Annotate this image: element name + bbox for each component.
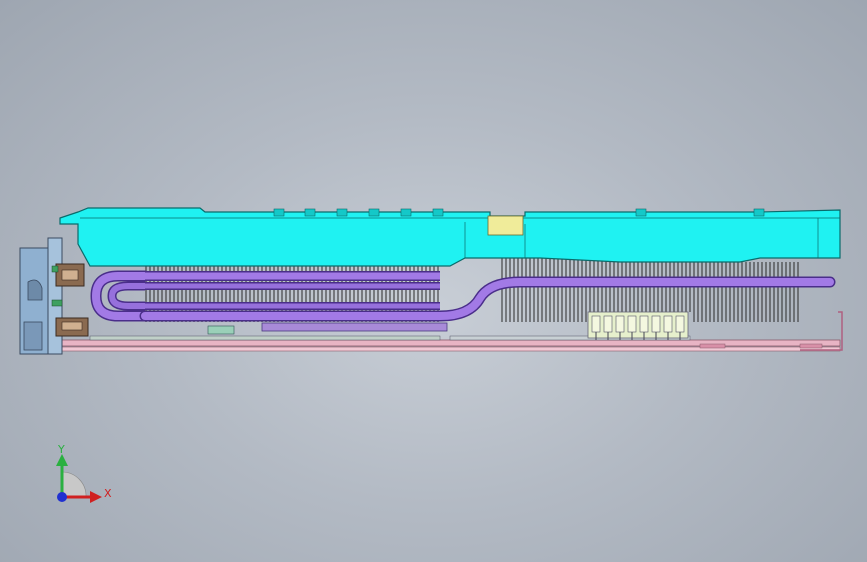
shroud-notch <box>304 208 316 217</box>
shroud-label-plate <box>487 215 524 236</box>
vrm-component <box>207 325 235 335</box>
power-connector <box>587 311 689 340</box>
gpu-package <box>261 322 448 332</box>
shroud-body <box>59 207 841 267</box>
shroud-notch <box>432 208 444 217</box>
shroud-notch <box>753 208 765 217</box>
cad-viewport[interactable]: Y X <box>0 0 867 562</box>
bracket-tab <box>23 321 43 351</box>
coordinate-triad[interactable]: Y X <box>56 443 112 503</box>
triad-quadrant <box>61 471 87 498</box>
x-axis-label: X <box>104 487 112 500</box>
connector-pin <box>591 315 601 333</box>
z-axis-point <box>57 492 67 502</box>
connector-pin <box>663 315 673 333</box>
bracket-screw <box>51 299 63 307</box>
io-bracket <box>19 237 89 355</box>
connector-pin <box>603 315 613 333</box>
shroud-notch <box>368 208 380 217</box>
bracket-slot <box>27 279 43 301</box>
bracket-flange <box>47 237 63 355</box>
shroud-notch <box>273 208 285 217</box>
power-connector-housing <box>587 311 689 339</box>
graphics-card-side-view: Y X <box>19 207 843 503</box>
y-axis-label: Y <box>57 443 65 456</box>
shroud-notch <box>635 208 647 217</box>
pcb-component <box>699 343 726 349</box>
connector-pin <box>639 315 649 333</box>
cooler-shroud <box>59 207 841 267</box>
shroud-notch <box>336 208 348 217</box>
pcb-top-components <box>89 335 441 341</box>
connector-pin <box>627 315 637 333</box>
connector-pin <box>615 315 625 333</box>
connector-pin <box>675 315 685 333</box>
connector-opening <box>61 269 79 281</box>
bracket-screw <box>51 265 59 273</box>
connector-pin <box>651 315 661 333</box>
pcb-component <box>799 343 823 349</box>
shroud-notch <box>400 208 412 217</box>
heatpipe-inner <box>108 283 145 309</box>
connector-opening <box>61 321 83 331</box>
x-axis-arrowhead <box>90 491 102 503</box>
